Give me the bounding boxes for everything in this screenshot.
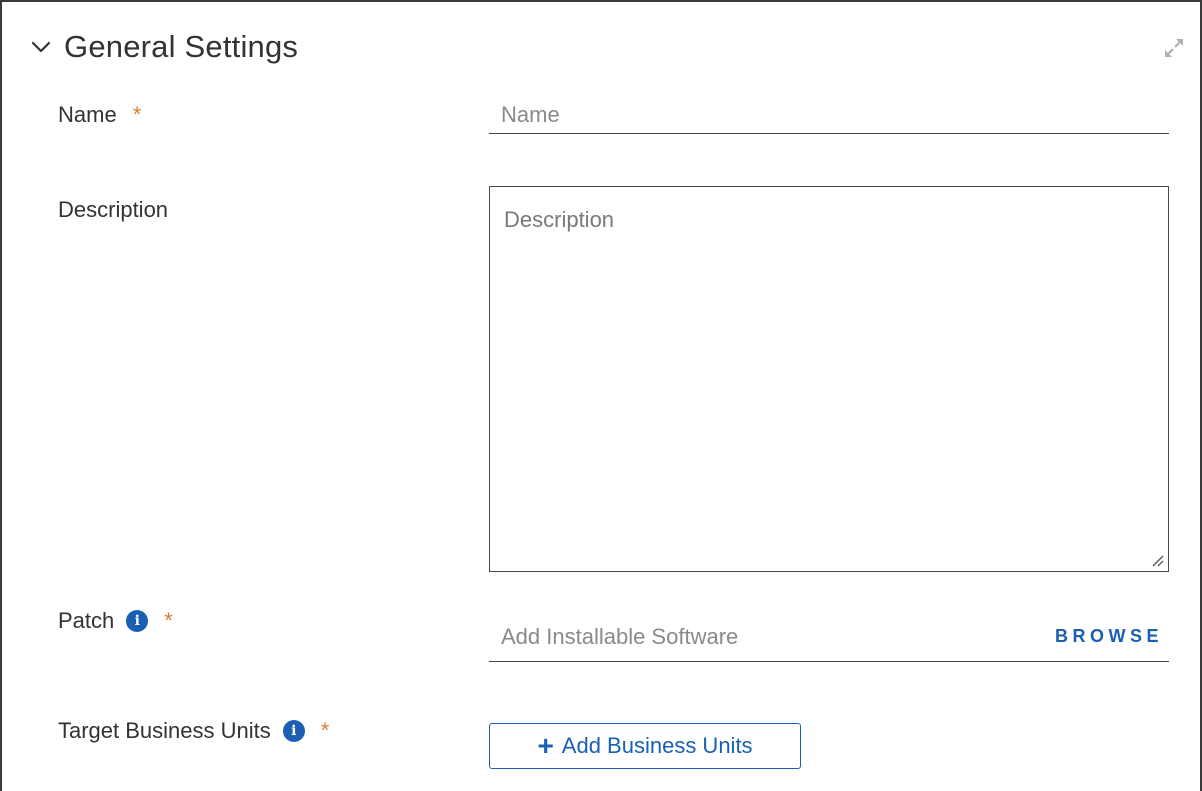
browse-button[interactable]: BROWSE xyxy=(1055,626,1163,647)
name-input[interactable] xyxy=(489,96,1169,134)
patch-info-icon[interactable]: i xyxy=(126,610,149,632)
section-header[interactable]: General Settings xyxy=(30,24,298,70)
name-required-mark: * xyxy=(132,102,142,127)
patch-label: Patch xyxy=(58,608,115,633)
target-business-units-label: Target Business Units xyxy=(58,718,271,743)
add-business-units-label: Add Business Units xyxy=(561,733,753,758)
target-business-units-required-mark: * xyxy=(320,718,330,743)
description-label-row: Description xyxy=(58,197,168,223)
patch-label-row: Patch i * xyxy=(58,608,173,634)
target-business-units-label-row: Target Business Units i * xyxy=(58,718,329,744)
patch-required-mark: * xyxy=(164,608,173,633)
patch-field[interactable]: Add Installable Software BROWSE xyxy=(489,612,1169,662)
name-label-row: Name * xyxy=(58,102,141,128)
chevron-down-icon[interactable] xyxy=(30,36,52,58)
general-settings-panel: General Settings Name * Description Patc… xyxy=(0,0,1202,791)
patch-placeholder: Add Installable Software xyxy=(501,623,739,649)
name-label: Name xyxy=(58,102,117,127)
description-textarea[interactable] xyxy=(489,186,1169,572)
add-business-units-button[interactable]: + Add Business Units xyxy=(489,723,801,769)
plus-icon: + xyxy=(537,730,554,761)
expand-icon[interactable] xyxy=(1162,36,1186,60)
description-label: Description xyxy=(58,197,169,222)
target-business-units-info-icon[interactable]: i xyxy=(282,720,305,742)
section-title: General Settings xyxy=(64,29,299,64)
